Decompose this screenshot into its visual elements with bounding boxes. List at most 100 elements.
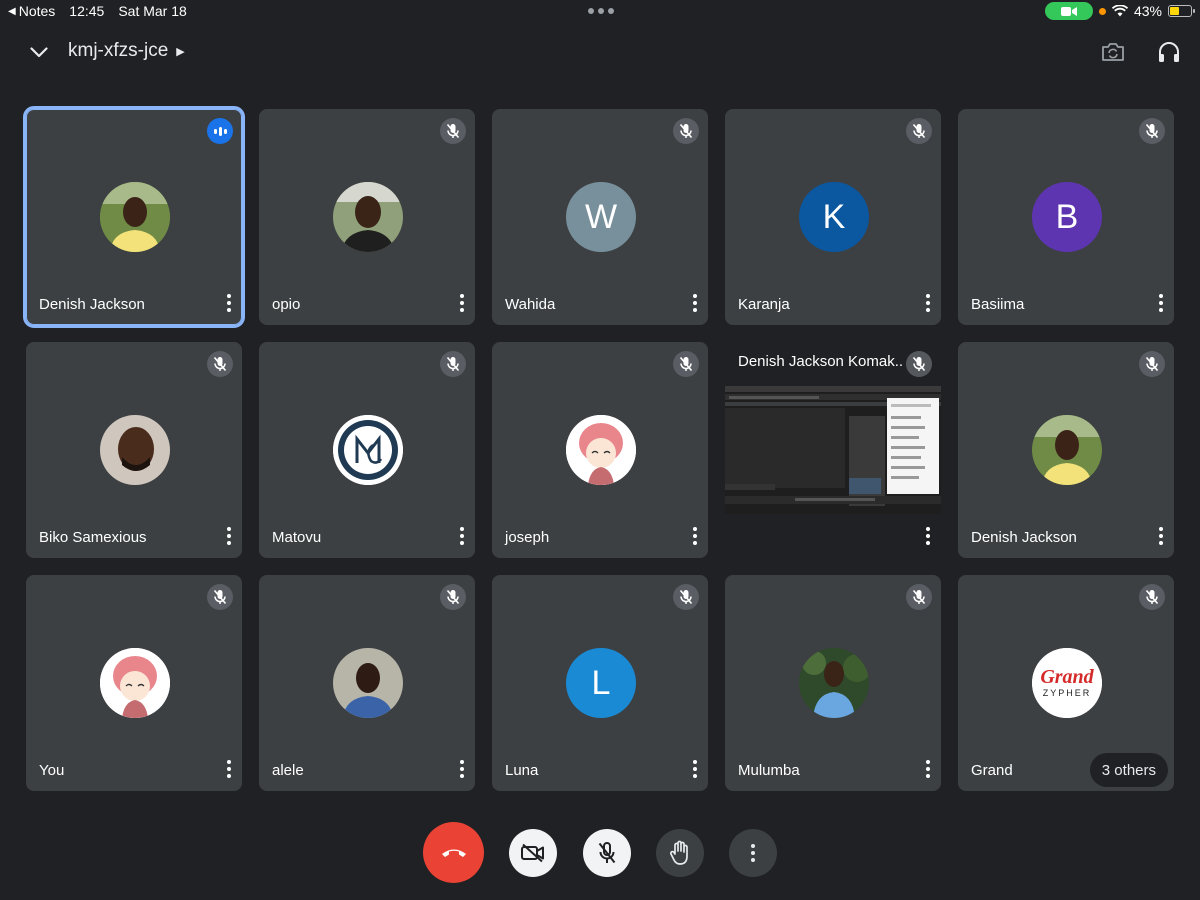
mic-in-use-dot bbox=[1098, 7, 1106, 15]
mic-off-icon bbox=[673, 351, 699, 377]
participant-tile[interactable]: Denish Jackson bbox=[23, 106, 245, 328]
avatar: W bbox=[566, 182, 636, 252]
avatar bbox=[100, 415, 170, 485]
more-vert-icon[interactable] bbox=[690, 294, 700, 312]
chevron-down-icon[interactable] bbox=[24, 38, 54, 66]
more-vert-icon[interactable] bbox=[923, 527, 933, 545]
avatar bbox=[100, 182, 170, 252]
status-left: ◀ Notes 12:45 Sat Mar 18 bbox=[8, 3, 187, 19]
mic-off-icon bbox=[207, 584, 233, 610]
more-vert-icon[interactable] bbox=[923, 760, 933, 778]
participant-tile[interactable]: W Wahida bbox=[492, 109, 708, 325]
participant-tile[interactable]: alele bbox=[259, 575, 475, 791]
avatar-letter: W bbox=[584, 197, 618, 236]
avatar bbox=[333, 415, 403, 485]
avatar-letter: L bbox=[591, 663, 611, 702]
more-vert-icon[interactable] bbox=[690, 527, 700, 545]
participant-name: Denish Jackson bbox=[39, 296, 145, 313]
participant-name: You bbox=[39, 762, 65, 779]
mic-off-icon bbox=[440, 584, 466, 610]
status-bar: ◀ Notes 12:45 Sat Mar 18 43% bbox=[0, 0, 1200, 22]
battery-percent: 43% bbox=[1133, 3, 1162, 19]
avatar bbox=[333, 648, 403, 718]
participant-tile[interactable]: Denish Jackson bbox=[958, 342, 1174, 558]
participant-name: Wahida bbox=[505, 296, 556, 313]
participant-name: joseph bbox=[505, 529, 550, 546]
mic-off-icon bbox=[207, 351, 233, 377]
more-vert-icon[interactable] bbox=[457, 294, 467, 312]
avatar bbox=[566, 415, 636, 485]
raise-hand-button[interactable] bbox=[656, 829, 704, 877]
participant-tile[interactable]: L Luna bbox=[492, 575, 708, 791]
camera-in-use-icon bbox=[1044, 2, 1093, 20]
mic-off-icon bbox=[1139, 351, 1165, 377]
participant-name: alele bbox=[272, 762, 304, 779]
multitasking-dots-icon[interactable] bbox=[588, 2, 614, 14]
more-vert-icon[interactable] bbox=[457, 760, 467, 778]
more-vert-icon[interactable] bbox=[224, 527, 234, 545]
avatar bbox=[1032, 415, 1102, 485]
more-vert-icon[interactable] bbox=[1156, 294, 1166, 312]
participant-name: Biko Samexious bbox=[39, 529, 147, 546]
mic-off-button[interactable] bbox=[583, 829, 631, 877]
more-vert-icon[interactable] bbox=[224, 294, 234, 312]
speaking-indicator-icon bbox=[207, 118, 233, 144]
more-vert-icon[interactable] bbox=[224, 760, 234, 778]
meeting-code-button[interactable]: kmj-xfzs-jce ▶ bbox=[68, 40, 185, 62]
participant-tile[interactable]: joseph bbox=[492, 342, 708, 558]
more-vert-icon bbox=[751, 844, 755, 862]
battery-icon bbox=[1168, 5, 1195, 17]
participant-tile[interactable]: opio bbox=[259, 109, 475, 325]
participant-grid: Denish Jackson opio W Wahida K Karanja B… bbox=[23, 106, 1174, 791]
participant-tile[interactable]: B Basiima bbox=[958, 109, 1174, 325]
avatar-letter: K bbox=[822, 197, 846, 236]
grand-logo-text: Grand bbox=[1040, 666, 1094, 688]
more-options-button[interactable] bbox=[729, 829, 777, 877]
presentation-tile[interactable]: Denish Jackson Komak.. bbox=[725, 342, 941, 558]
participant-tile[interactable]: Grand ZYPHER Grand 3 others bbox=[958, 575, 1174, 791]
participant-name: Karanja bbox=[738, 296, 790, 313]
more-vert-icon[interactable] bbox=[1156, 527, 1166, 545]
participant-tile[interactable]: K Karanja bbox=[725, 109, 941, 325]
avatar: Grand ZYPHER bbox=[1032, 648, 1102, 718]
avatar: L bbox=[566, 648, 636, 718]
participant-tile[interactable]: Matovu bbox=[259, 342, 475, 558]
leave-call-button[interactable] bbox=[423, 822, 484, 883]
more-vert-icon[interactable] bbox=[457, 527, 467, 545]
mic-off-icon bbox=[906, 351, 932, 377]
participant-name: opio bbox=[272, 296, 301, 313]
more-vert-icon[interactable] bbox=[690, 760, 700, 778]
mic-off-icon bbox=[673, 118, 699, 144]
avatar: B bbox=[1032, 182, 1102, 252]
wifi-icon bbox=[1111, 5, 1128, 17]
avatar bbox=[799, 648, 869, 718]
shared-screen-preview bbox=[725, 386, 941, 514]
more-vert-icon[interactable] bbox=[923, 294, 933, 312]
mic-off-icon bbox=[440, 351, 466, 377]
clock: 12:45 bbox=[69, 3, 105, 19]
hang-up-icon bbox=[441, 849, 466, 857]
switch-camera-icon[interactable] bbox=[1098, 38, 1128, 66]
others-button[interactable]: 3 others bbox=[1089, 753, 1168, 787]
back-arrow-icon[interactable]: ◀ bbox=[8, 6, 16, 17]
caret-right-icon: ▶ bbox=[176, 45, 185, 58]
camera-off-button[interactable] bbox=[509, 829, 557, 877]
mic-off-icon bbox=[906, 118, 932, 144]
mic-off-icon bbox=[1139, 118, 1165, 144]
mic-off-icon bbox=[598, 842, 616, 864]
meeting-code: kmj-xfzs-jce bbox=[68, 40, 169, 61]
date: Sat Mar 18 bbox=[118, 3, 187, 19]
participant-tile-self[interactable]: You bbox=[26, 575, 242, 791]
avatar-letter: B bbox=[1055, 197, 1079, 236]
participant-tile[interactable]: Mulumba bbox=[725, 575, 941, 791]
participant-name: Matovu bbox=[272, 529, 322, 546]
participant-name: Grand bbox=[971, 762, 1013, 779]
mic-off-icon bbox=[673, 584, 699, 610]
mic-off-icon bbox=[440, 118, 466, 144]
videocam-off-icon bbox=[521, 843, 544, 863]
back-app-label[interactable]: Notes bbox=[19, 3, 56, 19]
participant-tile[interactable]: Biko Samexious bbox=[26, 342, 242, 558]
zypher-logo-text: ZYPHER bbox=[1043, 688, 1092, 698]
headphones-icon[interactable] bbox=[1154, 38, 1184, 66]
meeting-header: kmj-xfzs-jce ▶ bbox=[0, 30, 1200, 74]
